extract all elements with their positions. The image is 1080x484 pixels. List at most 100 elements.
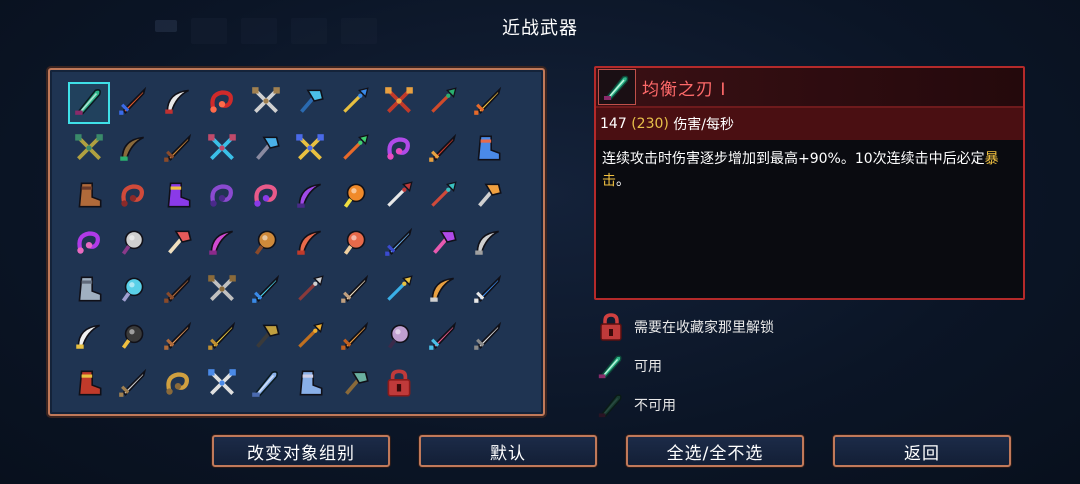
weapon-slot[interactable] xyxy=(424,272,462,310)
weapon-slot[interactable] xyxy=(469,131,507,169)
weapon-slot[interactable] xyxy=(114,131,152,169)
weapon-slot[interactable] xyxy=(247,84,285,122)
shark-blade-icon xyxy=(471,272,505,310)
weapon-slot[interactable] xyxy=(70,225,108,263)
weapon-slot[interactable] xyxy=(291,178,329,216)
weapon-slot[interactable] xyxy=(380,131,418,169)
weapon-slot[interactable] xyxy=(70,131,108,169)
weapon-slot[interactable] xyxy=(291,131,329,169)
weapon-slot[interactable] xyxy=(380,225,418,263)
weapon-slot[interactable] xyxy=(336,131,374,169)
weapon-slot[interactable] xyxy=(469,178,507,216)
twin-bows-icon xyxy=(205,366,239,404)
weapon-slot[interactable] xyxy=(247,319,285,357)
hook-hand-icon xyxy=(426,272,460,310)
weapon-slot[interactable] xyxy=(247,225,285,263)
weapon-slot[interactable] xyxy=(336,366,374,404)
twin-cyan-blades-icon xyxy=(205,131,239,169)
weapon-slot[interactable] xyxy=(203,225,241,263)
weapon-slot[interactable] xyxy=(424,319,462,357)
change-group-button[interactable]: 改变对象组别 xyxy=(212,435,390,467)
weapon-slot[interactable] xyxy=(159,178,197,216)
weapon-slot[interactable] xyxy=(70,319,108,357)
weapon-slot[interactable] xyxy=(203,84,241,122)
twin-daggers-icon xyxy=(249,84,283,122)
weapon-slot[interactable] xyxy=(469,225,507,263)
cyan-longsword-icon xyxy=(249,272,283,310)
dps-suffix: 伤害/每秒 xyxy=(673,117,735,133)
purple-claw-icon xyxy=(382,131,416,169)
weapon-slot[interactable] xyxy=(114,178,152,216)
weapon-slot[interactable] xyxy=(380,319,418,357)
weapon-slot[interactable] xyxy=(469,272,507,310)
red-book-icon xyxy=(72,366,106,404)
weapon-slot[interactable] xyxy=(380,178,418,216)
weapon-detail-panel: 均衡之刃 I 147 (230) 伤害/每秒 连续攻击时伤害逐步增加到最高+90… xyxy=(594,66,1025,300)
weapon-slot[interactable] xyxy=(469,319,507,357)
weapon-slot[interactable] xyxy=(380,84,418,122)
weapon-slot[interactable] xyxy=(203,319,241,357)
dark-ring-icon xyxy=(382,319,416,357)
weapon-slot[interactable] xyxy=(114,272,152,310)
weapon-slot[interactable] xyxy=(291,366,329,404)
red-cane-icon xyxy=(293,225,327,263)
curved-dagger-icon xyxy=(471,225,505,263)
weapon-slot[interactable] xyxy=(114,319,152,357)
violet-scythe-icon xyxy=(293,178,327,216)
weapon-slot[interactable] xyxy=(424,178,462,216)
weapon-slot[interactable] xyxy=(70,366,108,404)
frying-pan-icon xyxy=(116,225,150,263)
spotted-cleaver-icon xyxy=(161,225,195,263)
weapon-slot[interactable] xyxy=(203,131,241,169)
weapon-slot[interactable] xyxy=(114,225,152,263)
gold-scepter-icon xyxy=(293,319,327,357)
thin-rapier-icon xyxy=(471,319,505,357)
weapon-slot[interactable] xyxy=(159,84,197,122)
weapon-slot[interactable] xyxy=(159,131,197,169)
weapon-slot[interactable] xyxy=(247,178,285,216)
weapon-slot[interactable] xyxy=(336,84,374,122)
weapon-slot[interactable] xyxy=(336,178,374,216)
back-button[interactable]: 返回 xyxy=(833,435,1011,467)
weapon-slot[interactable] xyxy=(114,84,152,122)
weapon-slot[interactable] xyxy=(336,272,374,310)
weapon-slot[interactable] xyxy=(424,131,462,169)
weapon-slot[interactable] xyxy=(70,178,108,216)
weapon-slot[interactable] xyxy=(159,366,197,404)
weapon-slot[interactable] xyxy=(203,178,241,216)
green-axe-icon xyxy=(338,366,372,404)
weapon-slot[interactable] xyxy=(291,272,329,310)
default-button[interactable]: 默认 xyxy=(419,435,597,467)
blade-icon-unavailable xyxy=(596,390,626,420)
ham-club-icon xyxy=(338,225,372,263)
weapon-slot[interactable] xyxy=(247,131,285,169)
red-shield-sword-icon xyxy=(426,131,460,169)
detail-header: 均衡之刃 I xyxy=(596,68,1023,108)
weapon-slot[interactable] xyxy=(114,366,152,404)
weapon-slot[interactable] xyxy=(291,84,329,122)
bone-club-icon xyxy=(338,272,372,310)
weapon-slot[interactable] xyxy=(247,272,285,310)
weapon-slot[interactable] xyxy=(70,272,108,310)
weapon-slot[interactable] xyxy=(68,82,110,124)
purple-battery-icon xyxy=(426,225,460,263)
weapon-slot[interactable] xyxy=(380,272,418,310)
weapon-slot[interactable] xyxy=(469,84,507,122)
weapon-slot[interactable] xyxy=(247,366,285,404)
cyan-trident-icon xyxy=(426,178,460,216)
weapon-slot[interactable] xyxy=(424,84,462,122)
weapon-slot[interactable] xyxy=(159,225,197,263)
weapon-slot[interactable] xyxy=(291,319,329,357)
weapon-slot[interactable] xyxy=(380,366,418,404)
select-all-button[interactable]: 全选/全不选 xyxy=(626,435,804,467)
weapon-slot[interactable] xyxy=(203,366,241,404)
weapon-slot[interactable] xyxy=(203,272,241,310)
weapon-slot[interactable] xyxy=(336,225,374,263)
weapon-slot[interactable] xyxy=(291,225,329,263)
weapon-slot[interactable] xyxy=(336,319,374,357)
weapon-slot[interactable] xyxy=(159,272,197,310)
weapon-slot[interactable] xyxy=(424,225,462,263)
curved-sword-icon xyxy=(161,84,195,122)
orange-pickaxe-icon xyxy=(471,178,505,216)
weapon-slot[interactable] xyxy=(159,319,197,357)
